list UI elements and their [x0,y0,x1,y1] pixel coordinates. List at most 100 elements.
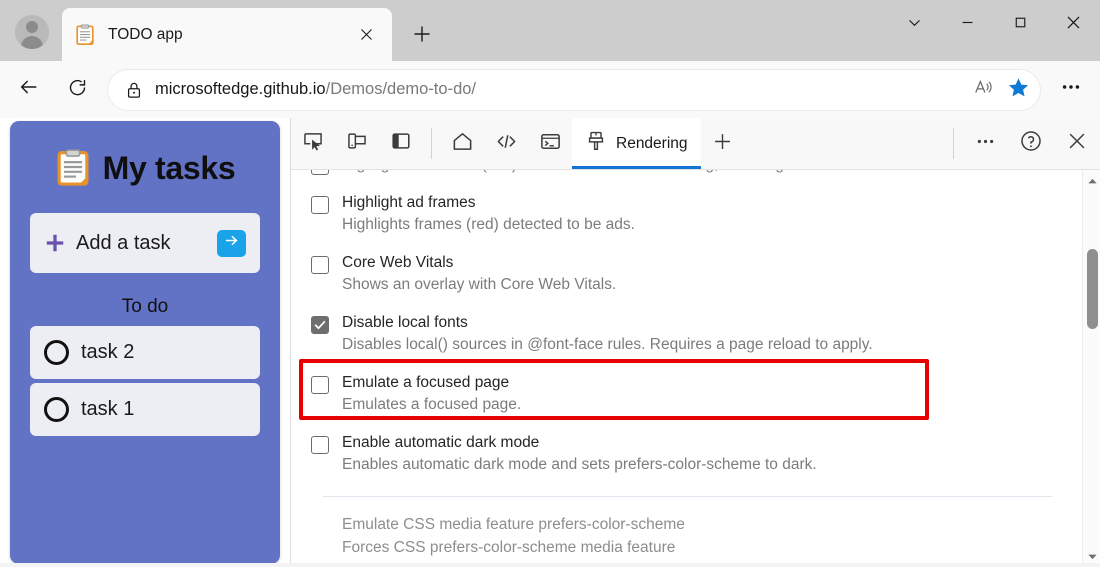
tab-title: TODO app [108,25,183,43]
tab-rendering[interactable]: Rendering [572,118,701,169]
minimize-icon [959,14,976,36]
rendering-option-row[interactable]: Highlights elements (teal) that can slow… [311,170,1066,176]
rendering-option-row[interactable]: Core Web Vitals Shows an overlay with Co… [311,236,1066,296]
option-title: Enable automatic dark mode [342,434,540,451]
elements-code-icon [495,130,518,158]
task-list: task 2 task 1 [30,326,260,436]
todo-section-label: To do [121,296,169,317]
url-bar[interactable]: microsoftedge.github.io/Demos/demo-to-do… [108,69,1040,110]
close-icon [1066,130,1088,157]
web-page-content: My tasks Add a task To do task 2 task 1 [0,118,290,567]
console-tab-button[interactable] [528,118,572,169]
checkbox[interactable] [311,256,329,274]
minimize-button[interactable] [941,0,994,50]
add-task-input[interactable]: Add a task [30,213,260,273]
brush-icon [585,130,607,157]
device-emulation-icon [346,130,368,157]
devtools-more-button[interactable] [962,118,1008,169]
plus-icon [712,131,733,157]
rendering-option-row[interactable]: Emulate a focused page Emulates a focuse… [311,356,1066,416]
browser-window: TODO app microsoftedge.github.io/Demos/d… [0,0,1100,567]
clipboard-icon [55,149,91,187]
checkbox[interactable] [311,170,329,175]
inspect-element-button[interactable] [291,118,335,169]
account-avatar-icon [15,15,49,49]
scrollbar-thumb[interactable] [1087,249,1098,329]
option-text: Core Web Vitals Shows an overlay with Co… [342,252,616,296]
checkbox[interactable] [311,436,329,454]
task-label: task 2 [81,341,135,363]
option-title: Core Web Vitals [342,254,454,271]
url-path: /Demos/demo-to-do/ [325,80,477,98]
reload-button[interactable] [58,71,96,109]
checkbox[interactable] [311,376,329,394]
devtools-close-button[interactable] [1054,118,1100,169]
task-label: task 1 [81,398,135,420]
option-title: Disable local fonts [342,314,468,331]
browser-address-bar: microsoftedge.github.io/Demos/demo-to-do… [0,61,1100,118]
url-text: microsoftedge.github.io/Demos/demo-to-do… [155,80,966,99]
browser-title-bar: TODO app [0,0,1100,61]
device-emulation-button[interactable] [335,118,379,169]
rendering-select-setting[interactable]: Emulate CSS media feature prefers-color-… [311,497,1066,559]
option-description: Emulates a focused page. [342,396,522,413]
devtools-panel: Rendering Highlight ad frames Highlights… [290,118,1100,567]
window-controls [888,0,1100,50]
read-aloud-button[interactable] [968,74,1000,106]
url-domain: microsoftedge.github.io [155,80,326,98]
plus-icon [412,24,432,49]
rendering-option-row[interactable]: Highlight ad frames Highlights frames (r… [311,176,1066,236]
chevron-down-icon [906,14,923,36]
page-title: My tasks [102,149,236,186]
checkbox[interactable] [311,196,329,214]
dock-side-button[interactable] [379,118,423,169]
todo-header: My tasks [10,149,280,187]
add-task-submit-button[interactable] [217,229,246,257]
window-close-button[interactable] [1047,0,1100,50]
browser-settings-button[interactable] [1050,71,1092,109]
option-description: Shows an overlay with Core Web Vitals. [342,276,617,293]
profile-button[interactable] [10,10,54,54]
scrollbar[interactable] [1082,170,1100,567]
browser-tab[interactable]: TODO app [62,8,392,61]
home-icon [451,130,474,158]
ellipsis-icon [1060,76,1082,103]
maximize-icon [1012,14,1029,36]
option-description: Highlights elements (teal) that can slow… [342,170,1010,176]
home-tab-button[interactable] [440,118,484,169]
rendering-options-list[interactable]: Highlights elements (teal) that can slow… [291,170,1082,567]
option-description: Enables automatic dark mode and sets pre… [342,456,817,473]
checkbox-disable-local-fonts[interactable] [311,316,329,334]
triangle-up-icon[interactable] [1083,172,1100,190]
devtools-toolbar: Rendering [291,118,1100,170]
circle-outline-icon[interactable] [44,397,69,422]
new-tab-button[interactable] [404,19,440,53]
rendering-option-row[interactable]: Enable automatic dark mode Enables autom… [311,416,1066,476]
tab-rendering-label: Rendering [616,134,688,152]
close-icon[interactable] [352,21,380,49]
elements-tab-button[interactable] [484,118,528,169]
add-task-placeholder: Add a task [76,231,171,254]
list-item[interactable]: task 2 [30,326,260,379]
select-setting-description: Forces CSS prefers-color-scheme media fe… [342,539,676,556]
lock-icon [124,80,144,100]
favorite-button[interactable] [1002,74,1034,106]
select-setting-title: Emulate CSS media feature prefers-color-… [342,516,685,533]
read-aloud-icon [973,76,995,103]
devtools-help-button[interactable] [1008,118,1054,169]
maximize-button[interactable] [994,0,1047,50]
option-title: Highlight ad frames [342,194,476,211]
add-panel-button[interactable] [701,118,745,169]
inspect-element-icon [302,130,324,157]
list-item[interactable]: task 1 [30,383,260,436]
dock-side-icon [390,130,412,157]
tab-actions-menu-button[interactable] [888,0,941,50]
option-description: Disables local() sources in @font-face r… [342,336,873,353]
back-button[interactable] [10,71,48,109]
option-text: Emulate a focused page Emulates a focuse… [342,372,521,416]
rendering-option-row-disable-local-fonts[interactable]: Disable local fonts Disables local() sou… [311,296,1066,356]
circle-outline-icon[interactable] [44,340,69,365]
back-arrow-icon [18,76,40,103]
todo-app-panel: My tasks Add a task To do task 2 task 1 [10,121,280,564]
